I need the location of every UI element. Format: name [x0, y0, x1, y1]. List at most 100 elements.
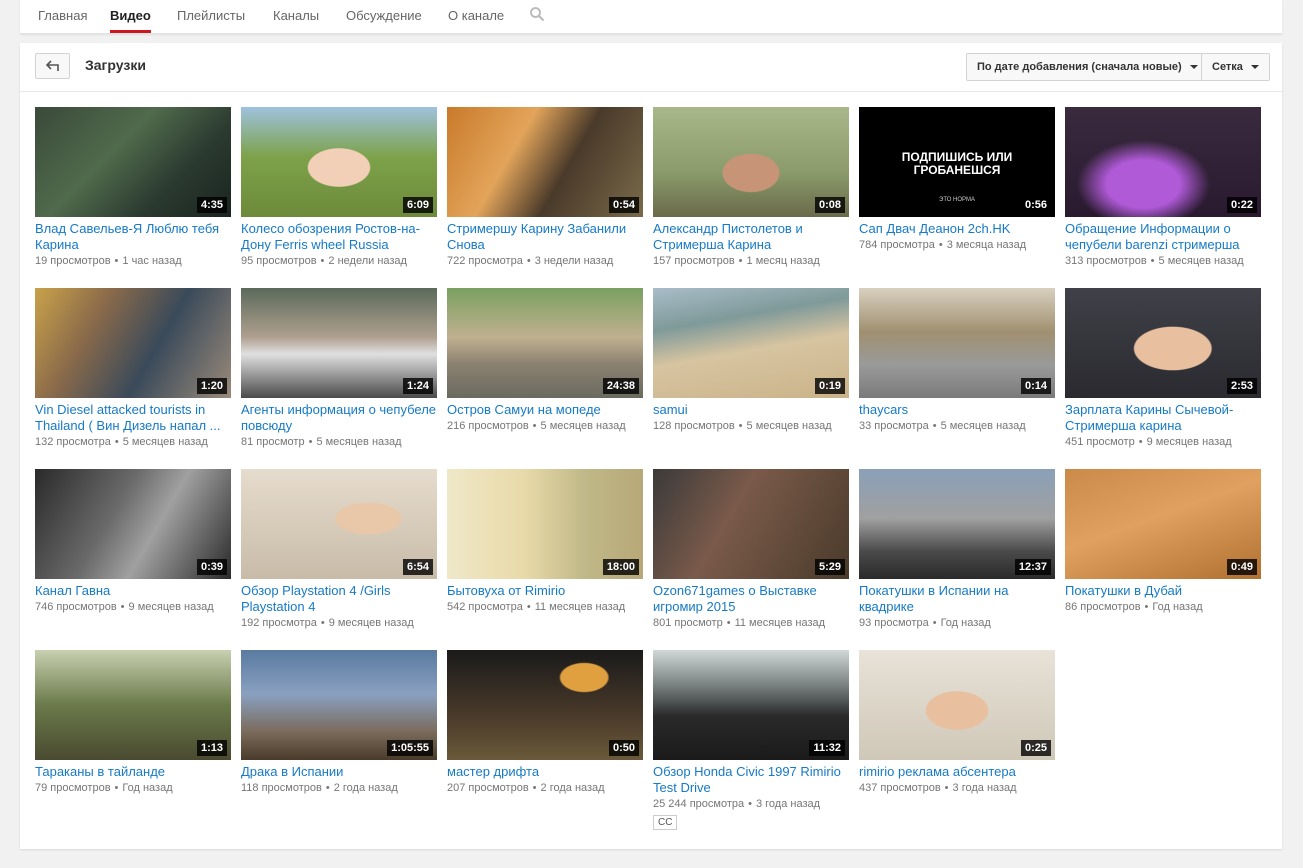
video-title-link[interactable]: мастер дрифта	[447, 764, 643, 780]
video-card[interactable]: 24:38 Остров Самуи на мопеде 216 просмотро…	[447, 288, 643, 434]
video-thumbnail[interactable]: 1:05:55	[241, 650, 437, 760]
video-card[interactable]: 12:37 Покатушки в Испании на квадрике 93 п…	[859, 469, 1055, 631]
video-thumbnail[interactable]: 1:20	[35, 288, 231, 398]
video-card[interactable]: 18:00 Бытовуха от Rimirio 542 просмотра • 11…	[447, 469, 643, 615]
video-meta: 216 просмотров • 5 месяцев назад	[447, 418, 643, 434]
meta-separator: •	[114, 255, 119, 267]
video-title-link[interactable]: Стримершу Карину Забанили Снова	[447, 221, 643, 253]
video-thumbnail[interactable]: 0:14	[859, 288, 1055, 398]
video-thumbnail[interactable]: 1:24	[241, 288, 437, 398]
video-thumbnail[interactable]: 0:22	[1065, 107, 1261, 217]
video-thumbnail[interactable]: 12:37	[859, 469, 1055, 579]
video-card[interactable]: ПОДПИШИСЬ ИЛИ ГРОБАНЕШСЯ ЭТО НОРМА 0:56 Сап…	[859, 107, 1055, 253]
video-title-link[interactable]: Агенты информация о чепубеле повсюду	[241, 402, 437, 434]
video-title-link[interactable]: Покатушки в Дубай	[1065, 583, 1261, 599]
video-card[interactable]: 1:24 Агенты информация о чепубеле повсюду…	[241, 288, 437, 450]
view-dropdown[interactable]: Сетка	[1201, 53, 1270, 81]
tab-playlists[interactable]: Плейлисты	[177, 0, 245, 33]
meta-separator: •	[532, 420, 537, 432]
video-card[interactable]: 1:20 Vin Diesel attacked tourists in Thai…	[35, 288, 231, 450]
upload-age: Год назад	[1152, 601, 1203, 613]
video-card[interactable]: 0:22 Обращение Информации о чепубели bare…	[1065, 107, 1261, 269]
video-thumbnail[interactable]: 4:35	[35, 107, 231, 217]
video-card[interactable]: 0:54 Стримершу Карину Забанили Снова 722 п…	[447, 107, 643, 269]
thumbnail-caption: ПОДПИШИСЬ ИЛИ ГРОБАНЕШСЯ	[901, 150, 1013, 177]
video-thumbnail[interactable]: 6:09	[241, 107, 437, 217]
video-title-link[interactable]: rimirio реклама абсентера	[859, 764, 1055, 780]
video-card[interactable]: 0:19 samui 128 просмотров • 5 месяцев назад	[653, 288, 849, 434]
video-title-link[interactable]: Ozon671games о Выставке игромир 2015	[653, 583, 849, 615]
video-title-link[interactable]: Влад Савельев-Я Люблю тебя Карина	[35, 221, 231, 253]
video-title-link[interactable]: Vin Diesel attacked tourists in Thailand…	[35, 402, 231, 434]
video-title-link[interactable]: Обзор Honda Civic 1997 Rimirio Test Driv…	[653, 764, 849, 796]
video-title-link[interactable]: samui	[653, 402, 849, 418]
video-thumbnail[interactable]: 0:08	[653, 107, 849, 217]
video-thumbnail[interactable]: 5:29	[653, 469, 849, 579]
video-thumbnail[interactable]: 2:53	[1065, 288, 1261, 398]
sort-dropdown[interactable]: По дате добавления (сначала новые)	[966, 53, 1209, 81]
video-title-link[interactable]: Бытовуха от Rimirio	[447, 583, 643, 599]
upload-age: 5 месяцев назад	[1158, 255, 1244, 267]
video-title-link[interactable]: Колесо обозрения Ростов-на-Дону Ferris w…	[241, 221, 437, 253]
video-thumbnail[interactable]: 24:38	[447, 288, 643, 398]
back-button[interactable]	[35, 53, 70, 79]
video-title-link[interactable]: Обзор Playstation 4 /Girls Playstation 4	[241, 583, 437, 615]
video-title-link[interactable]: Тараканы в тайланде	[35, 764, 231, 780]
video-card[interactable]: 0:39 Канал Гавна 746 просмотров • 9 месяцев …	[35, 469, 231, 615]
video-thumbnail[interactable]: 0:39	[35, 469, 231, 579]
upload-age: 5 месяцев назад	[122, 436, 208, 448]
meta-separator: •	[738, 420, 743, 432]
duration-badge: 0:14	[1020, 378, 1051, 394]
video-title-link[interactable]: Сап Двач Деанон 2ch.HK	[859, 221, 1055, 237]
video-meta: 128 просмотров • 5 месяцев назад	[653, 418, 849, 434]
video-thumbnail[interactable]: 11:32	[653, 650, 849, 760]
search-icon[interactable]	[529, 6, 547, 24]
video-title-link[interactable]: Обращение Информации о чепубели barenzi …	[1065, 221, 1261, 253]
tab-discussion[interactable]: Обсуждение	[346, 0, 422, 33]
video-card[interactable]: 6:54 Обзор Playstation 4 /Girls Playstati…	[241, 469, 437, 631]
video-card[interactable]: 6:09 Колесо обозрения Ростов-на-Дону Ferr…	[241, 107, 437, 269]
video-thumbnail[interactable]: 1:13	[35, 650, 231, 760]
video-title-link[interactable]: thaycars	[859, 402, 1055, 418]
video-card[interactable]: 1:13 Тараканы в тайланде 79 просмотров • Год…	[35, 650, 231, 796]
back-arrow-icon	[46, 60, 59, 71]
duration-badge: 0:22	[1226, 197, 1257, 213]
video-title-link[interactable]: Канал Гавна	[35, 583, 231, 599]
video-thumbnail[interactable]: 0:49	[1065, 469, 1261, 579]
video-card[interactable]: 5:29 Ozon671games о Выставке игромир 2015…	[653, 469, 849, 631]
video-card[interactable]: 0:08 Александр Пистолетов и Стримерша Кар…	[653, 107, 849, 269]
video-title-link[interactable]: Зарплата Карины Сычевой-Стримерша карина	[1065, 402, 1261, 434]
video-thumbnail[interactable]: 0:25	[859, 650, 1055, 760]
video-card[interactable]: 0:49 Покатушки в Дубай 86 просмотров • Год н…	[1065, 469, 1261, 615]
upload-age: 5 месяцев назад	[746, 420, 832, 432]
view-count: 192 просмотра	[241, 617, 317, 629]
video-title-link[interactable]: Покатушки в Испании на квадрике	[859, 583, 1055, 615]
video-thumbnail[interactable]: 0:50	[447, 650, 643, 760]
video-card[interactable]: 4:35 Влад Савельев-Я Люблю тебя Карина 19 …	[35, 107, 231, 269]
video-thumbnail[interactable]: 0:54	[447, 107, 643, 217]
video-title-link[interactable]: Александр Пистолетов и Стримерша Карина	[653, 221, 849, 253]
upload-age: 5 месяцев назад	[540, 420, 626, 432]
video-card[interactable]: 11:32 Обзор Honda Civic 1997 Rimirio Test…	[653, 650, 849, 830]
view-count: 207 просмотров	[447, 782, 529, 794]
video-meta: 79 просмотров • Год назад	[35, 780, 231, 796]
video-thumbnail[interactable]: 0:19	[653, 288, 849, 398]
video-thumbnail[interactable]: 18:00	[447, 469, 643, 579]
view-count: 746 просмотров	[35, 601, 117, 613]
tab-about[interactable]: О канале	[448, 0, 504, 33]
tab-channels[interactable]: Каналы	[273, 0, 319, 33]
video-card[interactable]: 0:25 rimirio реклама абсентера 437 просмот…	[859, 650, 1055, 796]
video-meta: 86 просмотров • Год назад	[1065, 599, 1261, 615]
video-title-link[interactable]: Остров Самуи на мопеде	[447, 402, 643, 418]
video-title-link[interactable]: Драка в Испании	[241, 764, 437, 780]
tab-videos[interactable]: Видео	[110, 0, 151, 33]
tab-home[interactable]: Главная	[38, 0, 87, 33]
video-thumbnail[interactable]: 6:54	[241, 469, 437, 579]
duration-badge: 0:54	[608, 197, 639, 213]
video-card[interactable]: 1:05:55 Драка в Испании 118 просмотров • 2 г…	[241, 650, 437, 796]
video-thumbnail[interactable]: ПОДПИШИСЬ ИЛИ ГРОБАНЕШСЯ ЭТО НОРМА 0:56	[859, 107, 1055, 217]
video-card[interactable]: 2:53 Зарплата Карины Сычевой-Стримерша ка…	[1065, 288, 1261, 450]
video-card[interactable]: 0:50 мастер дрифта 207 просмотров • 2 года н…	[447, 650, 643, 796]
video-card[interactable]: 0:14 thaycars 33 просмотра • 5 месяцев назад	[859, 288, 1055, 434]
video-meta: 33 просмотра • 5 месяцев назад	[859, 418, 1055, 434]
